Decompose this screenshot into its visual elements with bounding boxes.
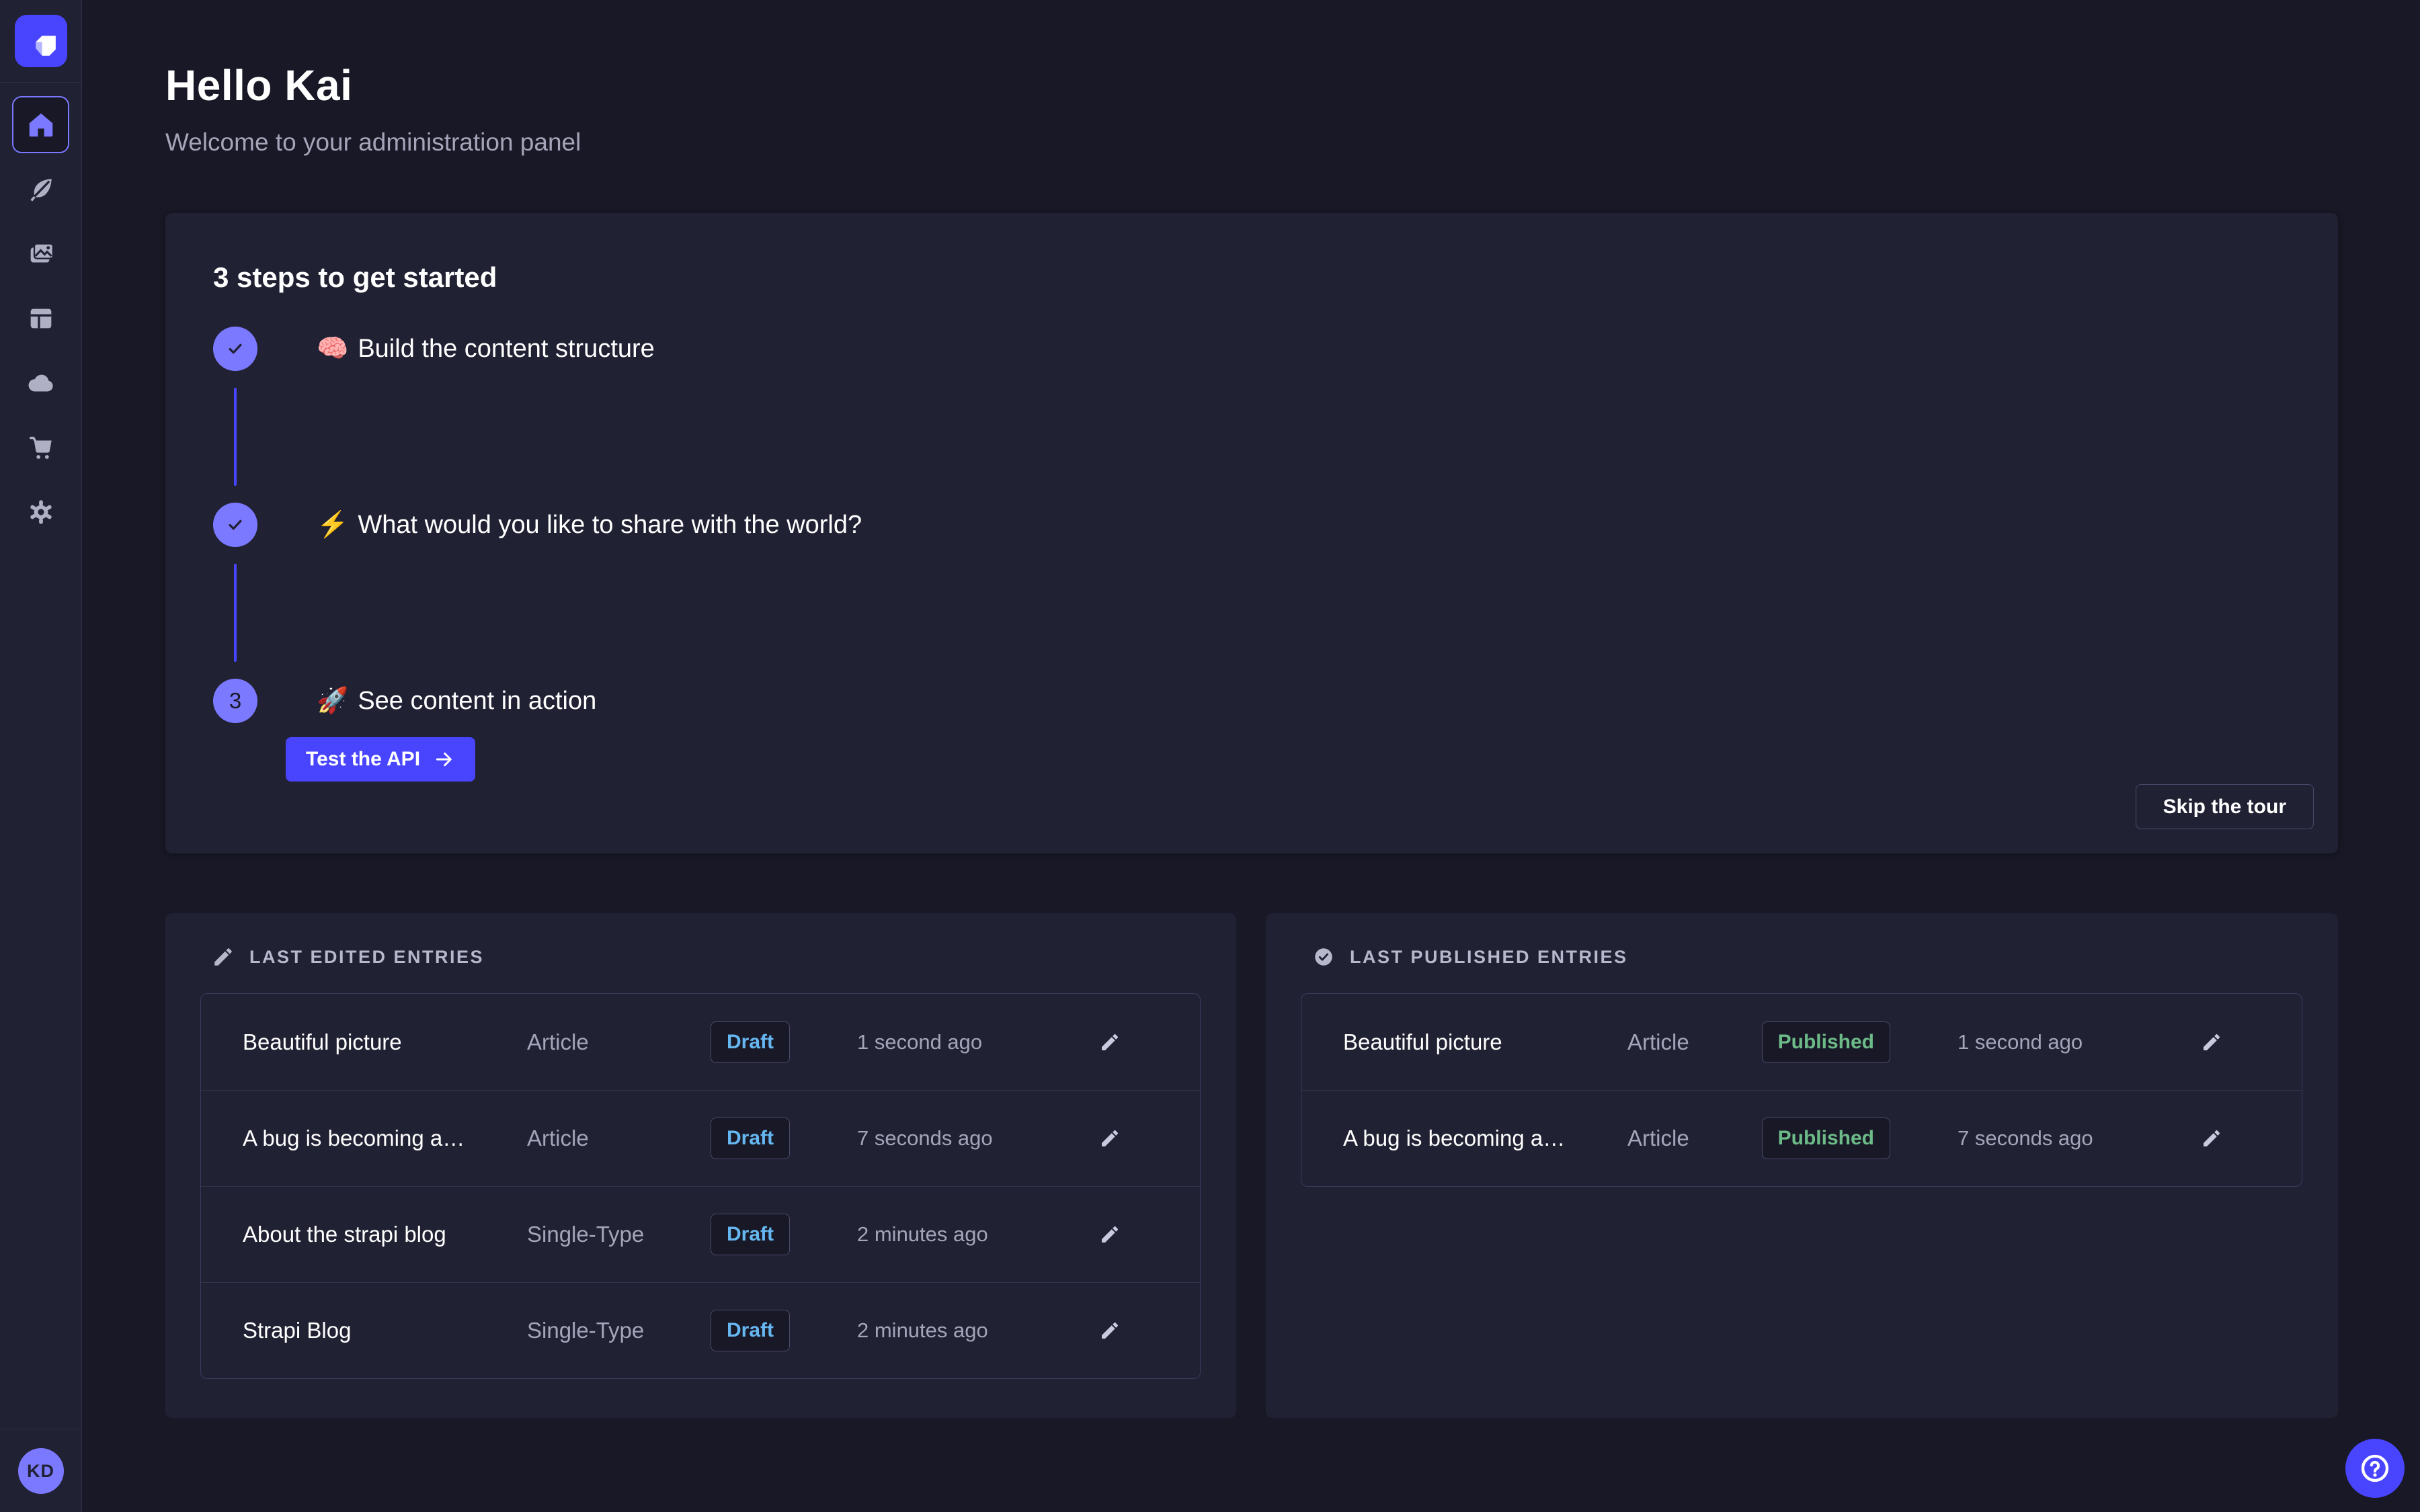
- entry-title: Strapi Blog: [243, 1318, 527, 1343]
- edit-entry-button[interactable]: [1095, 1124, 1125, 1153]
- onboarding-title: 3 steps to get started: [213, 261, 497, 294]
- question-mark-icon: [2357, 1451, 2392, 1486]
- table-row: Beautiful picture Article Published 1 se…: [1301, 994, 2302, 1090]
- table-row: A bug is becoming a… Article Published 7…: [1301, 1090, 2302, 1186]
- table-row: Strapi Blog Single-Type Draft 2 minutes …: [201, 1282, 1200, 1378]
- sidebar-item-cloud[interactable]: [12, 354, 69, 411]
- last-edited-entries-panel: LAST EDITED ENTRIES Beautiful picture Ar…: [165, 913, 1236, 1418]
- home-icon: [26, 110, 56, 140]
- pencil-icon: [2201, 1128, 2222, 1149]
- pencil-icon: [2201, 1032, 2222, 1053]
- onboarding-card: 3 steps to get started 🧠Build the conten…: [165, 213, 2338, 853]
- sidebar: KD: [0, 0, 82, 1512]
- last-published-entries-header: LAST PUBLISHED ENTRIES: [1312, 946, 1628, 968]
- sidebar-item-content-manager[interactable]: [12, 161, 69, 218]
- sidebar-item-content-type-builder[interactable]: [12, 290, 69, 347]
- pencil-icon: [1099, 1128, 1121, 1149]
- step-3-number-circle: 3: [213, 679, 257, 723]
- status-badge: Draft: [711, 1118, 790, 1159]
- step-3-number: 3: [229, 688, 241, 714]
- cloud-icon: [26, 368, 56, 398]
- step-1-label: 🧠Build the content structure: [317, 327, 655, 371]
- content-type-builder-icon: [26, 303, 56, 334]
- table-row: About the strapi blog Single-Type Draft …: [201, 1186, 1200, 1282]
- panel-title: LAST PUBLISHED ENTRIES: [1350, 947, 1628, 968]
- step-2-check-circle: [213, 503, 257, 547]
- edit-entry-button[interactable]: [2197, 1124, 2226, 1153]
- edit-entry-button[interactable]: [1095, 1027, 1125, 1057]
- last-edited-entries-table: Beautiful picture Article Draft 1 second…: [200, 993, 1201, 1379]
- page-subtitle: Welcome to your administration panel: [165, 128, 581, 157]
- sidebar-item-marketplace[interactable]: [12, 419, 69, 476]
- help-button[interactable]: [2345, 1439, 2405, 1498]
- entry-updated-time: 2 minutes ago: [857, 1222, 1101, 1247]
- sidebar-item-home[interactable]: [12, 96, 69, 153]
- feather-icon: [26, 174, 56, 205]
- entry-doc-type: Article: [1627, 1126, 1777, 1151]
- user-avatar[interactable]: KD: [18, 1448, 64, 1494]
- entry-title: A bug is becoming a…: [1343, 1126, 1627, 1151]
- edit-entry-button[interactable]: [1095, 1220, 1125, 1249]
- media-library-icon: [26, 239, 56, 269]
- entry-title: Beautiful picture: [1343, 1030, 1627, 1055]
- entry-doc-type: Single-Type: [527, 1222, 676, 1247]
- last-published-entries-panel: LAST PUBLISHED ENTRIES Beautiful picture…: [1266, 913, 2338, 1418]
- strapi-logo-icon: [15, 15, 67, 67]
- entry-title: About the strapi blog: [243, 1222, 527, 1247]
- pencil-icon: [1099, 1224, 1121, 1245]
- check-circle-icon: [1312, 946, 1335, 968]
- entry-doc-type: Article: [527, 1126, 676, 1151]
- edit-entry-button[interactable]: [2197, 1027, 2226, 1057]
- status-badge: Draft: [711, 1021, 790, 1063]
- table-row: A bug is becoming a… Article Draft 7 sec…: [201, 1090, 1200, 1186]
- marketplace-cart-icon: [26, 432, 56, 463]
- step-3-emoji: 🚀: [317, 686, 348, 716]
- step-connector: [234, 564, 237, 662]
- status-badge: Draft: [711, 1310, 790, 1351]
- panel-title: LAST EDITED ENTRIES: [249, 947, 484, 968]
- step-connector: [234, 388, 237, 486]
- check-icon: [224, 337, 247, 360]
- sidebar-item-settings[interactable]: [12, 483, 69, 540]
- entry-updated-time: 1 second ago: [857, 1030, 1101, 1054]
- skip-the-tour-button[interactable]: Skip the tour: [2136, 784, 2314, 829]
- status-badge: Published: [1762, 1118, 1890, 1159]
- entry-doc-type: Article: [527, 1030, 676, 1055]
- entry-title: Beautiful picture: [243, 1030, 527, 1055]
- check-icon: [224, 513, 247, 536]
- entry-doc-type: Single-Type: [527, 1318, 676, 1343]
- status-badge: Draft: [711, 1214, 790, 1255]
- page-header: Hello Kai Welcome to your administration…: [165, 60, 581, 157]
- strapi-logo[interactable]: [15, 15, 67, 67]
- last-published-entries-table: Beautiful picture Article Published 1 se…: [1301, 993, 2302, 1187]
- arrow-right-icon: [434, 749, 455, 770]
- sidebar-divider: [0, 82, 81, 83]
- entry-updated-time: 7 seconds ago: [857, 1126, 1101, 1150]
- entry-title: A bug is becoming a…: [243, 1126, 527, 1151]
- step-1-check-circle: [213, 327, 257, 371]
- table-row: Beautiful picture Article Draft 1 second…: [201, 994, 1200, 1090]
- entry-updated-time: 2 minutes ago: [857, 1318, 1101, 1343]
- last-edited-entries-header: LAST EDITED ENTRIES: [212, 946, 484, 968]
- test-the-api-button[interactable]: Test the API: [286, 737, 475, 782]
- entry-updated-time: 1 second ago: [1958, 1030, 2202, 1054]
- pencil-icon: [212, 946, 235, 968]
- pencil-icon: [1099, 1320, 1121, 1341]
- step-2-emoji: ⚡: [317, 510, 348, 540]
- entry-updated-time: 7 seconds ago: [1958, 1126, 2202, 1150]
- page-title: Hello Kai: [165, 60, 581, 110]
- status-badge: Published: [1762, 1021, 1890, 1063]
- edit-entry-button[interactable]: [1095, 1316, 1125, 1345]
- step-3-label: 🚀See content in action: [317, 679, 596, 723]
- pencil-icon: [1099, 1032, 1121, 1053]
- step-2-label: ⚡What would you like to share with the w…: [317, 503, 862, 547]
- sidebar-item-media-library[interactable]: [12, 225, 69, 282]
- settings-gear-icon: [26, 497, 56, 528]
- entry-doc-type: Article: [1627, 1030, 1777, 1055]
- step-1-emoji: 🧠: [317, 334, 348, 364]
